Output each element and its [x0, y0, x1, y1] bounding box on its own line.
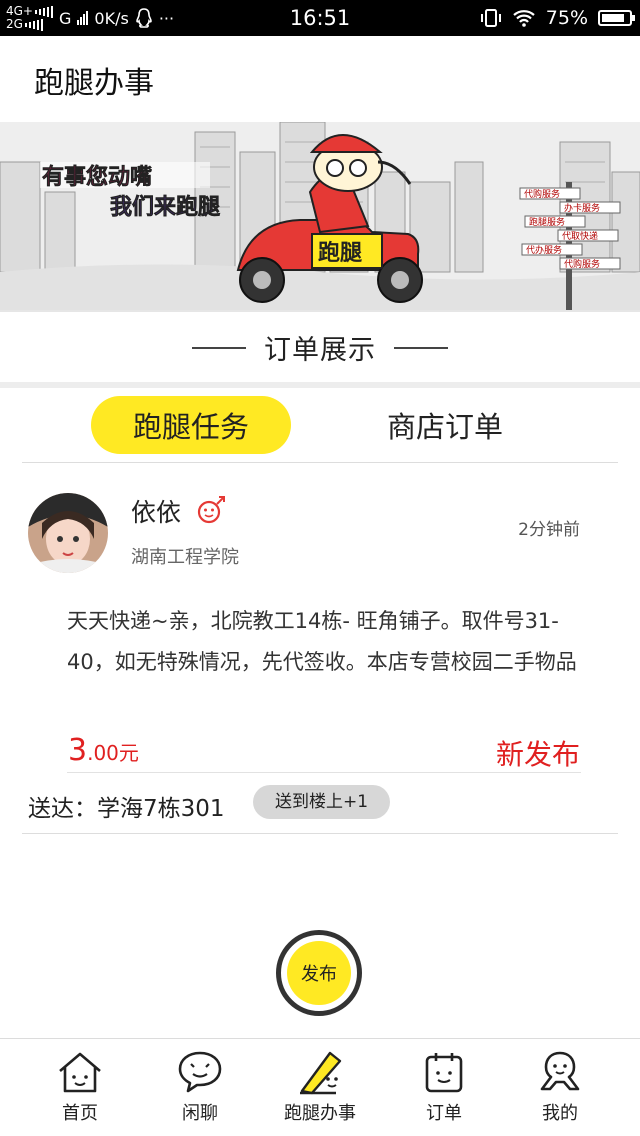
order-card[interactable]: 依依 湖南工程学院 2分钟前 天天快递~亲，北院教工14栋- 旺角铺子。取件号3…	[22, 463, 618, 835]
price-decimal: .00元	[87, 741, 139, 765]
scooter-label: 跑腿	[318, 241, 362, 266]
page-title: 跑腿办事	[34, 66, 154, 101]
sign-text-3: 跑腿服务	[529, 216, 565, 228]
sign-text-5: 代办服务	[526, 244, 562, 256]
publish-button[interactable]: 发布	[276, 930, 362, 1016]
female-gender-icon	[197, 496, 225, 524]
divider-right	[394, 346, 448, 349]
nav-profile[interactable]: 我的	[496, 1039, 624, 1136]
nav-chat[interactable]: 闲聊	[136, 1039, 264, 1136]
nav-errand-label: 跑腿办事	[284, 1103, 356, 1124]
section-heading: 订单展示	[0, 328, 640, 367]
banner-illustration: 代购服务 办卡服务 跑腿服务 代取快递 代办服务 代购服务 有事您动嘴 我们来跑…	[0, 122, 640, 310]
tab-errand-tasks[interactable]: 跑腿任务	[91, 396, 291, 454]
nav-home-label: 首页	[62, 1103, 98, 1124]
battery-icon	[598, 10, 635, 26]
order-display-section: 订单展示	[0, 310, 640, 384]
user-name: 依依	[131, 498, 182, 527]
nav-errand[interactable]: 跑腿办事	[256, 1039, 384, 1136]
order-description: 天天快递~亲，北院教工14栋- 旺角铺子。取件号31-40，如无特殊情况，先代签…	[67, 609, 577, 674]
order-price: 3.00元	[68, 733, 139, 768]
nav-orders[interactable]: 订单	[380, 1039, 508, 1136]
wifi-icon	[513, 10, 535, 27]
chat-icon	[178, 1051, 222, 1093]
delivery-note-badge: 送到楼上+1	[253, 785, 391, 819]
vibrate-icon	[480, 9, 501, 27]
sign-text-2: 办卡服务	[564, 202, 600, 214]
status-badge: 新发布	[495, 738, 580, 771]
banner-slogan-2: 我们来跑腿	[110, 195, 220, 220]
nav-chat-label: 闲聊	[182, 1103, 218, 1124]
promo-banner[interactable]: 代购服务 办卡服务 跑腿服务 代取快递 代办服务 代购服务 有事您动嘴 我们来跑…	[0, 122, 640, 310]
divider-left	[192, 346, 246, 349]
battery-percent: 75%	[545, 7, 588, 29]
card-inner-divider	[67, 772, 581, 773]
sign-text-1: 代购服务	[524, 188, 560, 200]
post-time: 2分钟前	[518, 520, 580, 540]
bottom-navigation: 首页 闲聊 跑腿办事 订单 我的	[0, 1038, 640, 1136]
home-icon	[59, 1052, 101, 1093]
order-tabs: 跑腿任务 商店订单	[0, 392, 640, 462]
publish-button-label: 发布	[287, 941, 351, 1005]
avatar[interactable]	[28, 493, 108, 573]
delivery-destination: 送达：学海7栋301	[28, 796, 225, 822]
order-icon	[425, 1053, 463, 1093]
nav-profile-label: 我的	[542, 1103, 578, 1124]
tab-shop-orders[interactable]: 商店订单	[345, 396, 545, 454]
profile-icon	[540, 1051, 580, 1091]
banner-slogan-1: 有事您动嘴	[42, 164, 152, 190]
section-title: 订单展示	[264, 335, 376, 366]
app-header: 跑腿办事	[0, 36, 640, 122]
price-integer: 3	[68, 733, 88, 768]
section-separator	[0, 382, 640, 388]
errand-icon	[300, 1051, 342, 1095]
sign-text-4: 代取快递	[562, 230, 598, 242]
card-divider	[22, 833, 618, 834]
app-screen: 4G+ 2G G 0K/s ··· 16:51 75% 跑腿办事 代购服务 办卡…	[0, 0, 640, 1136]
user-school: 湖南工程学院	[131, 547, 239, 568]
nav-home[interactable]: 首页	[16, 1039, 144, 1136]
nav-orders-label: 订单	[426, 1103, 462, 1124]
status-bar: 4G+ 2G G 0K/s ··· 16:51 75%	[0, 0, 640, 36]
sign-text-6: 代购服务	[564, 258, 600, 270]
status-right: 75%	[480, 0, 635, 36]
